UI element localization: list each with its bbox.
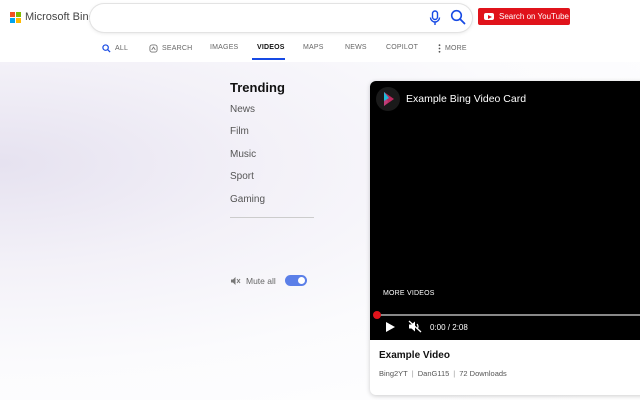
tab-label: MORE bbox=[445, 45, 467, 52]
youtube-icon bbox=[484, 13, 494, 20]
tab-label: COPILOT bbox=[386, 44, 419, 51]
microsoft-logo-icon bbox=[10, 11, 21, 23]
tab-label: MAPS bbox=[303, 44, 324, 51]
channel-logo-icon bbox=[376, 87, 400, 111]
mute-all-toggle[interactable] bbox=[284, 275, 307, 286]
video-title[interactable]: Example Video bbox=[379, 350, 450, 361]
tab-label: SEARCH bbox=[162, 45, 193, 52]
copilot-icon bbox=[149, 44, 158, 53]
bing-logo[interactable]: Microsoft Bing bbox=[10, 11, 95, 23]
tab-more[interactable]: MORE bbox=[438, 44, 467, 53]
tab-label: NEWS bbox=[345, 44, 367, 51]
search-on-youtube-button[interactable]: Search on YouTube bbox=[478, 8, 570, 25]
youtube-button-label: Search on YouTube bbox=[499, 12, 569, 21]
more-vertical-icon bbox=[438, 44, 441, 53]
scope-tabs: ALL SEARCH IMAGES VIDEOS MAPS NEWS COPIL… bbox=[0, 38, 640, 62]
speaker-muted-icon bbox=[231, 276, 241, 285]
tab-all[interactable]: ALL bbox=[102, 44, 128, 53]
search-input[interactable] bbox=[104, 9, 408, 29]
tab-label: IMAGES bbox=[210, 44, 239, 51]
video-card-title: Example Bing Video Card bbox=[406, 93, 527, 105]
more-videos-link[interactable]: MORE VIDEOS bbox=[383, 290, 435, 297]
trending-item-sport[interactable]: Sport bbox=[230, 171, 254, 182]
tab-search[interactable]: SEARCH bbox=[149, 44, 192, 53]
play-icon[interactable] bbox=[385, 321, 396, 333]
trending-item-gaming[interactable]: Gaming bbox=[230, 194, 265, 205]
tab-videos[interactable]: VIDEOS bbox=[257, 44, 285, 51]
search-icon[interactable] bbox=[450, 9, 466, 25]
video-author: DanG115 bbox=[417, 369, 450, 378]
search-box[interactable] bbox=[90, 4, 472, 32]
active-tab-indicator bbox=[252, 58, 285, 60]
trending-divider bbox=[230, 217, 314, 218]
video-time: 0:00 / 2:08 bbox=[430, 323, 468, 332]
progress-bar[interactable] bbox=[377, 314, 640, 316]
video-downloads: 72 Downloads bbox=[459, 369, 507, 378]
tab-news[interactable]: NEWS bbox=[345, 44, 367, 51]
video-channel: Bing2YT bbox=[379, 369, 408, 378]
video-meta: Bing2YT | DanG115 | 72 Downloads bbox=[379, 369, 507, 378]
tab-label: VIDEOS bbox=[257, 44, 285, 51]
video-player[interactable]: Example Bing Video Card MORE VIDEOS 0:00… bbox=[370, 81, 640, 340]
mute-all-label: Mute all bbox=[246, 275, 276, 286]
brand-name: Microsoft Bing bbox=[25, 11, 95, 23]
video-card[interactable]: Example Bing Video Card MORE VIDEOS 0:00… bbox=[370, 81, 640, 395]
search-icon bbox=[102, 44, 111, 53]
volume-muted-icon[interactable] bbox=[408, 320, 422, 333]
trending-item-news[interactable]: News bbox=[230, 104, 255, 115]
tab-label: ALL bbox=[115, 45, 129, 52]
progress-handle[interactable] bbox=[373, 311, 381, 319]
tab-images[interactable]: IMAGES bbox=[210, 44, 238, 51]
trending-item-music[interactable]: Music bbox=[230, 149, 256, 160]
tab-copilot[interactable]: COPILOT bbox=[386, 44, 418, 51]
mute-all-control: Mute all bbox=[230, 275, 307, 286]
trending-heading: Trending bbox=[230, 80, 285, 95]
trending-item-film[interactable]: Film bbox=[230, 126, 249, 137]
microphone-icon[interactable] bbox=[429, 10, 441, 26]
tab-maps[interactable]: MAPS bbox=[303, 44, 324, 51]
